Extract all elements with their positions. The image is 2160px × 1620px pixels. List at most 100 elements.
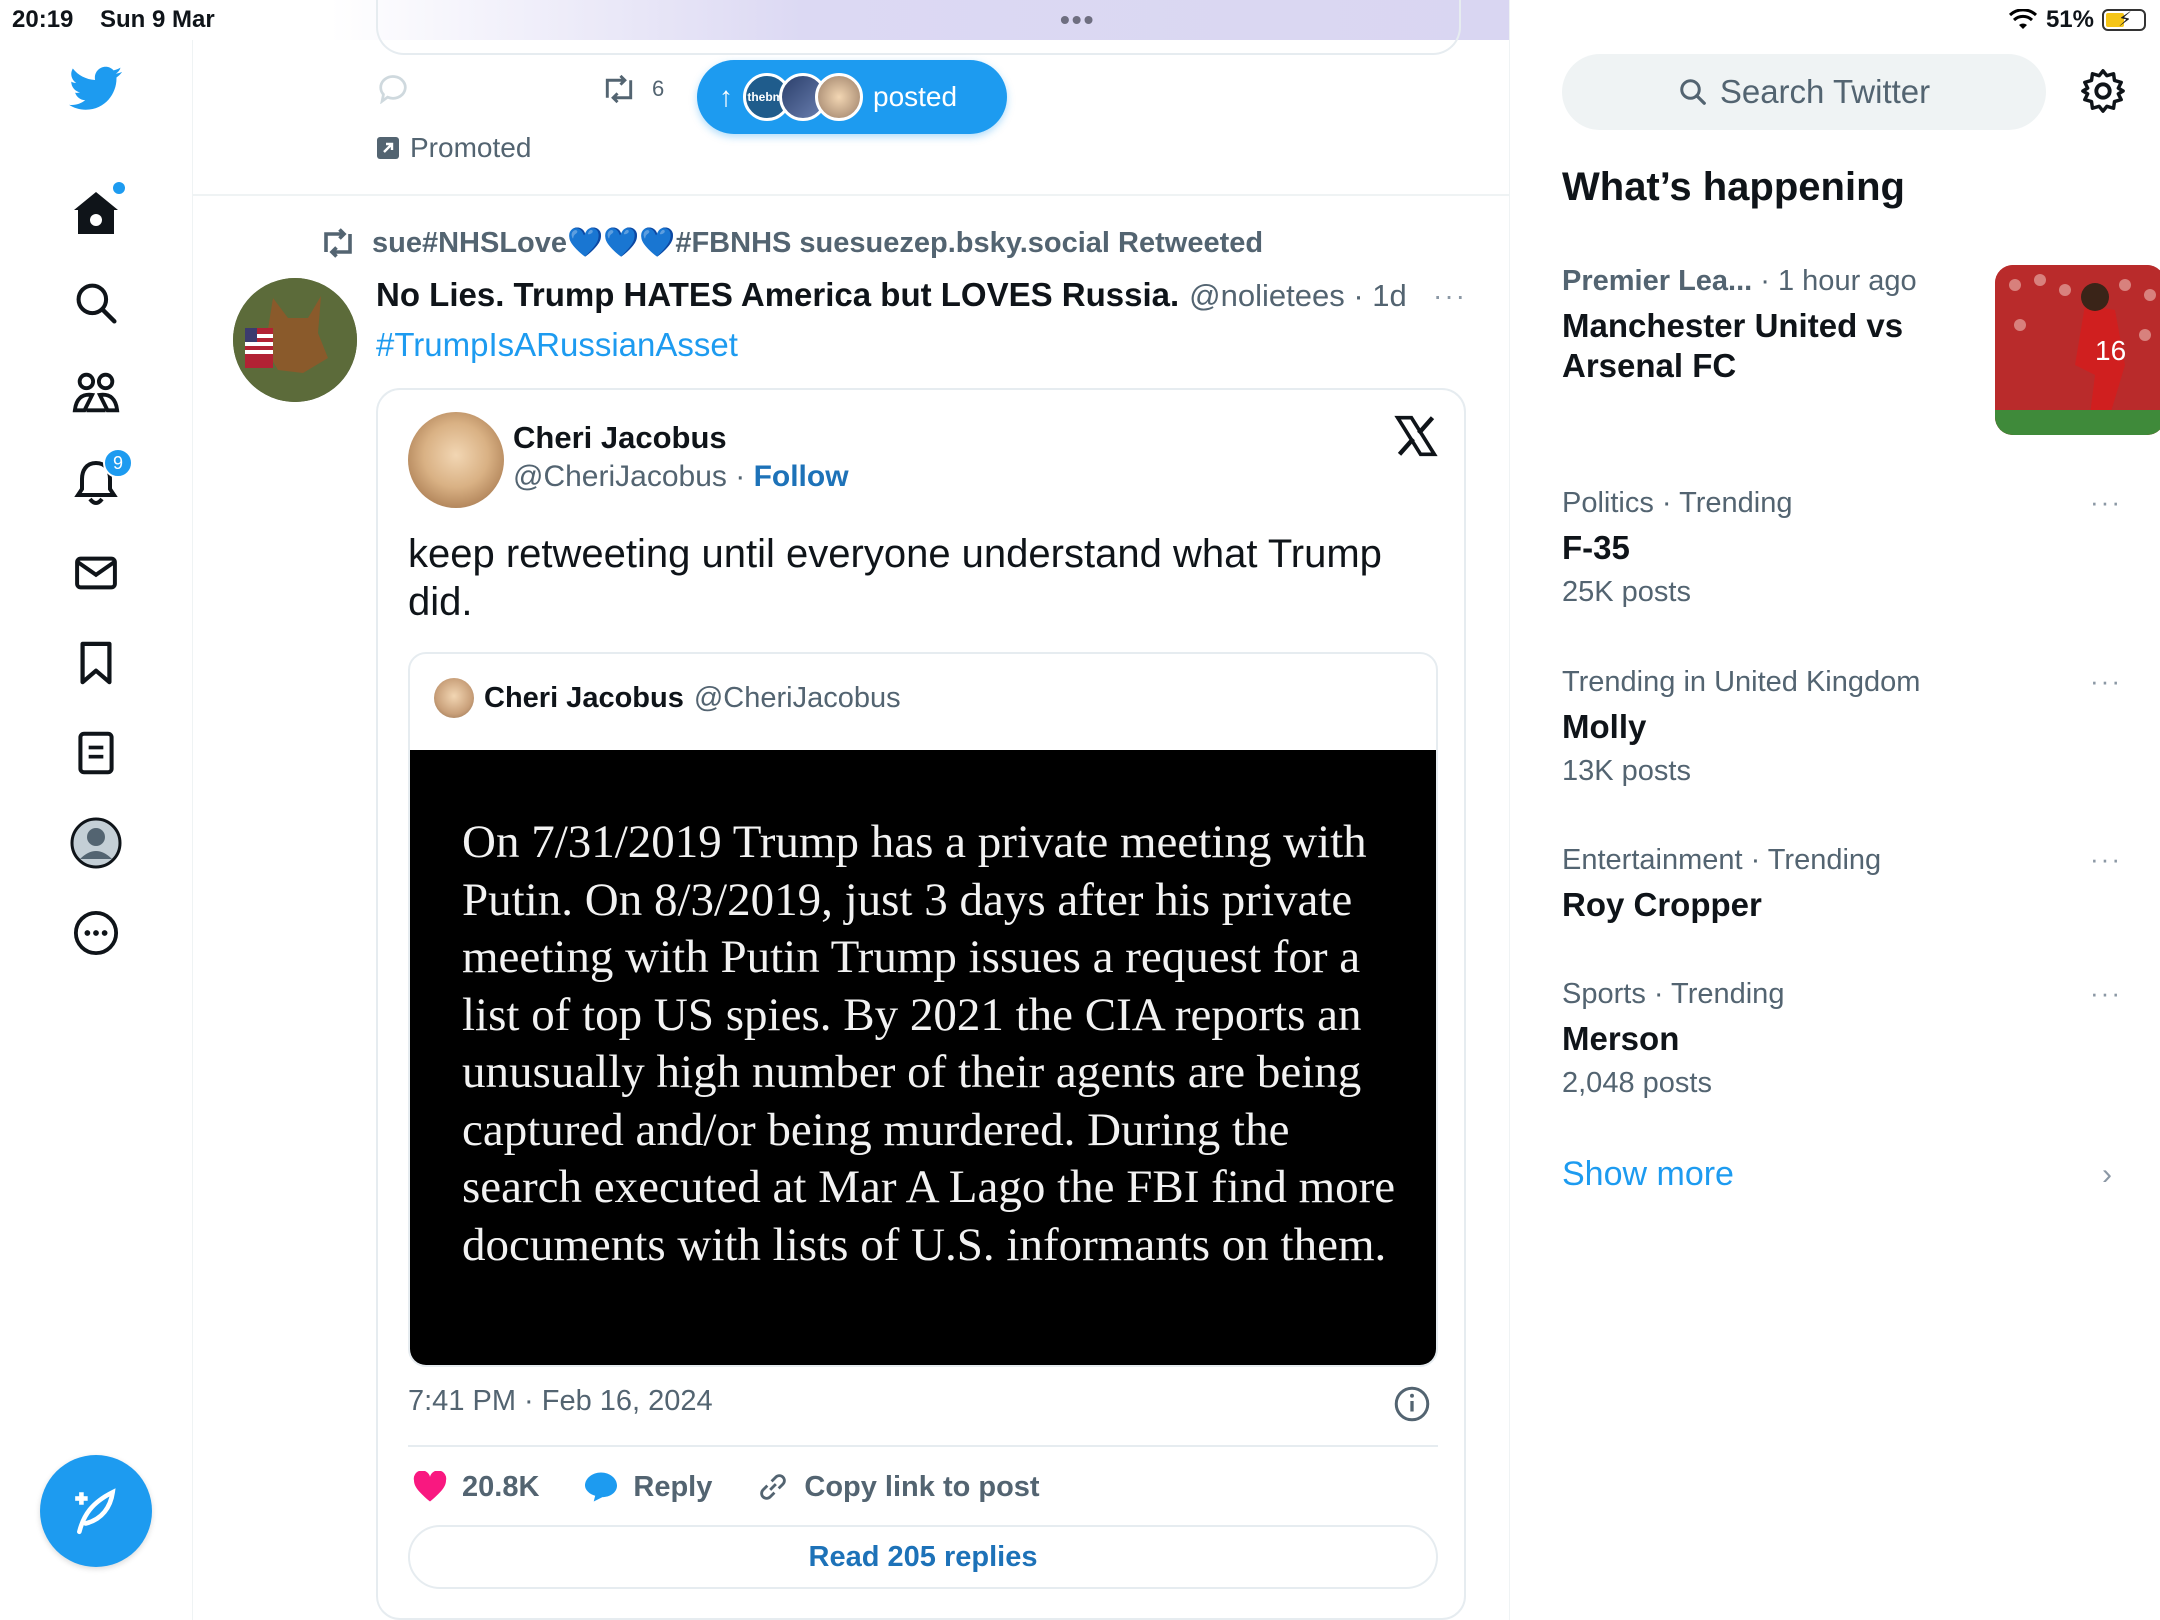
x-logo-icon[interactable] — [1394, 414, 1438, 463]
embed-timestamp[interactable]: 7:41 PM · Feb 16, 2024 — [408, 1385, 713, 1418]
whats-happening-title: What’s happening — [1562, 165, 1905, 209]
trend-more-icon[interactable]: ··· — [2090, 666, 2122, 697]
notifications-icon[interactable]: 9 — [65, 448, 133, 514]
search-bar[interactable]: Search Twitter — [1562, 54, 2046, 130]
embed-divider — [408, 1445, 1438, 1447]
messages-icon[interactable] — [65, 542, 127, 604]
quoted-author-handle: @CheriJacobus — [693, 681, 901, 714]
status-time: 20:19 — [12, 6, 74, 33]
hashtag-link[interactable]: #TrumpIsARussianAsset — [376, 326, 738, 364]
trend-item[interactable]: Politics · Trending F-35 25K posts ··· — [1562, 487, 2122, 609]
post-divider — [193, 194, 1510, 196]
retweet-action[interactable]: 6 — [600, 74, 664, 104]
like-count: 20.8K — [462, 1470, 540, 1503]
trend-count: 13K posts — [1562, 755, 1691, 787]
twitter-logo-icon[interactable] — [65, 58, 127, 120]
read-replies-button[interactable]: Read 205 replies — [408, 1525, 1438, 1589]
search-icon[interactable] — [65, 272, 127, 334]
svg-text:16: 16 — [2095, 335, 2126, 366]
reply-icon[interactable] — [376, 74, 410, 104]
trend-context: Trending in United Kingdom — [1562, 666, 1921, 698]
promoted-label: Promoted — [376, 132, 531, 164]
embedded-tweet-card[interactable]: Cheri Jacobus @CheriJacobus · Follow kee… — [376, 388, 1466, 1620]
pill-avatars: thebmj — [743, 73, 863, 121]
show-more-link[interactable]: Show more — [1562, 1155, 1734, 1194]
author-avatar[interactable] — [233, 278, 357, 402]
author-name[interactable]: No Lies. Trump HATES America but LOVES R… — [376, 276, 1179, 314]
timeline: 6 Promoted ↑ thebmj posted sue#NHSLove💙💙… — [193, 0, 1510, 1620]
trend-context: Sports · Trending — [1562, 978, 1785, 1010]
trend-name: Merson — [1562, 1020, 1680, 1057]
info-icon[interactable] — [1394, 1386, 1430, 1427]
trend-item[interactable]: Sports · Trending Merson 2,048 posts ··· — [1562, 978, 2122, 1100]
embed-author-name[interactable]: Cheri Jacobus — [513, 420, 727, 456]
embed-handle-text[interactable]: @CheriJacobus · — [513, 460, 745, 493]
new-posts-label: posted — [873, 81, 958, 112]
new-posts-pill[interactable]: ↑ thebmj posted — [697, 60, 1007, 134]
bookmarks-icon[interactable] — [65, 632, 127, 694]
trend-context: Politics · Trending — [1562, 487, 1793, 519]
home-icon[interactable] — [65, 182, 127, 244]
trend-more-icon[interactable]: ··· — [2090, 844, 2122, 875]
quoted-author-avatar — [434, 678, 474, 718]
chevron-right-icon[interactable]: › — [2102, 1158, 2112, 1192]
retweet-icon — [324, 228, 352, 258]
copy-link-label: Copy link to post — [804, 1470, 1040, 1503]
trend-context: Entertainment · Trending — [1562, 844, 1882, 876]
arrow-up-icon: ↑ — [719, 81, 733, 112]
link-icon — [760, 1474, 787, 1500]
trend-count: 25K posts — [1562, 576, 1691, 608]
retweet-count: 6 — [652, 76, 665, 101]
lists-icon[interactable] — [65, 722, 127, 784]
home-unread-dot — [113, 182, 125, 194]
right-sidebar: Search Twitter What’s happening Premier … — [1510, 0, 2160, 1620]
trend-count: 2,048 posts — [1562, 1067, 1712, 1099]
gear-icon[interactable] — [2080, 68, 2126, 119]
embed-tweet-text: keep retweeting until everyone understan… — [408, 532, 1382, 624]
featured-title: Manchester United vs Arsenal FC — [1562, 307, 1904, 384]
pill-avatar-3 — [815, 73, 863, 121]
copy-link-action[interactable]: Copy link to post — [756, 1470, 1040, 1504]
featured-trend[interactable]: Premier Lea... · 1 hour ago Manchester U… — [1562, 265, 2160, 435]
promoted-text: Promoted — [410, 132, 532, 163]
embed-author-avatar[interactable] — [408, 412, 504, 508]
trend-item[interactable]: Trending in United Kingdom Molly 13K pos… — [1562, 666, 2122, 788]
left-nav: 9 — [0, 40, 193, 1620]
heart-icon — [413, 1471, 447, 1502]
previous-card-edge — [376, 0, 1461, 55]
previous-post-actions: 6 — [376, 74, 664, 104]
like-action[interactable]: 20.8K — [412, 1471, 539, 1504]
trend-more-icon[interactable]: ··· — [2090, 978, 2122, 1009]
more-options-icon[interactable] — [65, 902, 127, 964]
retweeted-by-text: sue#NHSLove💙💙💙#FBNHS suesuezep.bsky.soci… — [372, 227, 1264, 259]
featured-trend-image: 16 — [1995, 265, 2160, 435]
quoted-text-image[interactable]: On 7/31/2019 Trump has a private meeting… — [410, 750, 1436, 1365]
compose-feather-icon — [75, 1488, 116, 1535]
author-handle-time[interactable]: @nolietees · 1d — [1189, 278, 1407, 314]
speech-bubble-icon — [585, 1472, 618, 1502]
quoted-tweet[interactable]: Cheri Jacobus @CheriJacobus On 7/31/2019… — [408, 652, 1438, 1367]
compose-tweet-button[interactable] — [40, 1455, 152, 1567]
trend-name: F-35 — [1562, 529, 1630, 566]
quoted-image-text: On 7/31/2019 Trump has a private meeting… — [462, 816, 1396, 1271]
search-icon — [1680, 79, 1706, 105]
retweeted-by-line[interactable]: sue#NHSLove💙💙💙#FBNHS suesuezep.bsky.soci… — [318, 226, 1263, 260]
quoted-author-name: Cheri Jacobus — [484, 681, 684, 714]
trend-name: Molly — [1562, 708, 1647, 745]
retweet-icon — [605, 74, 633, 104]
quoted-tweet-header: Cheri Jacobus @CheriJacobus — [434, 678, 901, 718]
featured-category: Premier Lea... — [1562, 265, 1753, 297]
reply-action[interactable]: Reply — [583, 1471, 712, 1504]
promoted-icon — [377, 137, 399, 159]
reply-label: Reply — [633, 1470, 713, 1503]
trend-more-icon[interactable]: ··· — [2090, 487, 2122, 518]
communities-icon[interactable] — [65, 362, 127, 424]
follow-link[interactable]: Follow — [754, 460, 849, 493]
profile-avatar-icon[interactable] — [65, 812, 127, 874]
notification-count-badge: 9 — [103, 448, 133, 478]
search-placeholder: Search Twitter — [1719, 73, 1931, 110]
post-more-icon[interactable]: ··· — [1433, 280, 1467, 312]
embed-author-handle: @CheriJacobus · Follow — [513, 460, 849, 494]
trend-item[interactable]: Entertainment · Trending Roy Cropper ··· — [1562, 844, 2122, 925]
embed-actions: 20.8K Reply Copy link to post — [412, 1470, 1084, 1504]
